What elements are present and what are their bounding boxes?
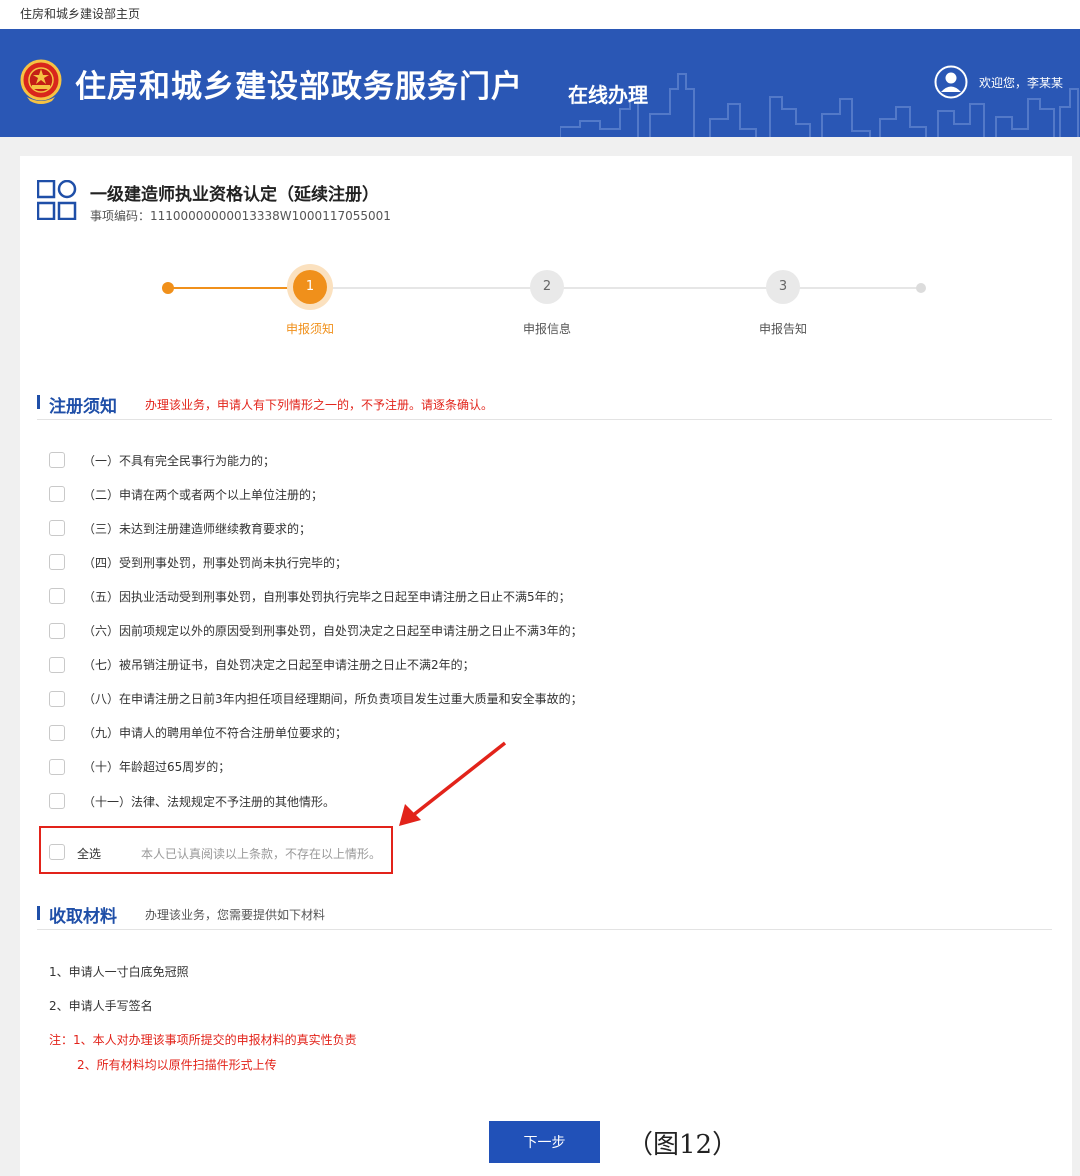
next-step-button[interactable]: 下一步 [489,1121,600,1163]
portal-subtitle: 在线办理 [568,83,648,107]
notice-item-row[interactable]: （二）申请在两个或者两个以上单位注册的； [49,485,323,503]
user-avatar-icon[interactable] [934,65,968,99]
select-all-checkbox[interactable] [49,844,65,860]
select-all-label[interactable]: 全选 [77,845,101,862]
step-1-label: 申报须知 [285,322,334,336]
notice-item-text: （五）因执业活动受到刑事处罚，自刑事处罚执行完毕之日起至申请注册之日止不满5年的… [83,589,571,604]
service-title: 一级建造师执业资格认定（延续注册） [90,185,379,205]
notice-item-checkbox[interactable] [49,724,65,741]
step-3-label: 申报告知 [758,322,807,336]
ministry-home-link[interactable]: 住房和城乡建设部主页 [20,7,140,21]
notice-divider [37,419,1052,420]
materials-section-title: 收取材料 [49,907,117,927]
notice-item-checkbox[interactable] [49,486,65,503]
figure-caption: （图12） [627,1130,739,1160]
notice-item-text: （六）因前项规定以外的原因受到刑事处罚，自处罚决定之日起至申请注册之日止不满3年… [83,624,583,638]
notice-item-row[interactable]: （八）在申请注册之日前3年内担任项目经理期间，所负责项目发生过重大质量和安全事故… [49,690,583,708]
step-1-circle: 1 [293,270,327,304]
notice-item-text: （一）不具有完全民事行为能力的； [83,453,276,468]
materials-note-2: 2、所有材料均以原件扫描件形式上传 [77,1058,277,1072]
materials-note-1: 注：1、本人对办理该事项所提交的申报材料的真实性负责 [49,1033,357,1047]
materials-section-note: 办理该业务，您需要提供如下材料 [145,908,326,922]
notice-item-checkbox[interactable] [49,656,65,673]
step-2-label: 申报信息 [522,322,571,336]
notice-item-text: （十）年龄超过65周岁的； [83,760,231,775]
notice-section-note: 办理该业务，申请人有下列情形之一的，不予注册。请逐条确认。 [145,398,494,412]
notice-item-row[interactable]: （九）申请人的聘用单位不符合注册单位要求的； [49,724,347,742]
progress-start-dot [162,282,174,294]
step-2-circle: 2 [530,270,564,304]
materials-divider [37,929,1052,930]
material-item-1: 1、申请人一寸白底免冠照 [49,965,189,979]
service-code: 事项编码：11100000000013338W1000117055001 [90,209,391,223]
notice-section-marker [37,395,40,409]
notice-item-text: （十一）法律、法规规定不予注册的其他情形。 [83,794,336,809]
notice-item-row[interactable]: （七）被吊销注册证书，自处罚决定之日起至申请注册之日止不满2年的； [49,656,475,674]
notice-item-row[interactable]: （六）因前项规定以外的原因受到刑事处罚，自处罚决定之日起至申请注册之日止不满3年… [49,622,583,640]
national-emblem-icon [20,59,62,104]
notice-item-row[interactable]: （十）年龄超过65周岁的； [49,758,230,776]
header-banner: 住房和城乡建设部政务服务门户 在线办理 欢迎您，李某某 [0,29,1080,137]
notice-item-row[interactable]: （一）不具有完全民事行为能力的； [49,451,275,469]
materials-section-marker [37,906,40,920]
notice-item-row[interactable]: （四）受到刑事处罚，刑事处罚尚未执行完毕的； [49,553,347,571]
notice-item-checkbox[interactable] [49,690,65,707]
notice-item-row[interactable]: （十一）法律、法规规定不予注册的其他情形。 [49,792,335,810]
notice-item-row[interactable]: （三）未达到注册建造师继续教育要求的； [49,519,311,537]
top-link-bar: 住房和城乡建设部主页 [0,0,1080,29]
select-all-hint: 本人已认真阅读以上条款，不存在以上情形。 [141,847,382,861]
notice-item-checkbox[interactable] [49,758,65,775]
notice-item-text: （四）受到刑事处罚，刑事处罚尚未执行完毕的； [83,555,348,570]
material-item-2: 2、申请人手写签名 [49,999,153,1013]
select-all-row[interactable] [49,843,65,861]
welcome-user-text[interactable]: 欢迎您，李某某 [979,74,1063,91]
notice-item-checkbox[interactable] [49,520,65,537]
notice-item-row[interactable]: （五）因执业活动受到刑事处罚，自刑事处罚执行完毕之日起至申请注册之日止不满5年的… [49,587,571,605]
notice-item-checkbox[interactable] [49,554,65,571]
service-grid-icon [37,180,77,220]
notice-section-title: 注册须知 [49,397,117,417]
red-arrow-annotation [399,741,507,826]
notice-item-text: （九）申请人的聘用单位不符合注册单位要求的； [83,726,348,741]
portal-title: 住房和城乡建设部政务服务门户 [75,69,523,105]
progress-line-pending [310,287,921,289]
notice-item-text: （七）被吊销注册证书，自处罚决定之日起至申请注册之日止不满2年的； [83,658,475,673]
notice-item-checkbox[interactable] [49,622,65,639]
progress-end-dot [916,283,926,293]
notice-item-text: （八）在申请注册之日前3年内担任项目经理期间，所负责项目发生过重大质量和安全事故… [83,692,583,707]
step-3-circle: 3 [766,270,800,304]
notice-item-text: （二）申请在两个或者两个以上单位注册的； [83,487,324,502]
notice-item-checkbox[interactable] [49,793,65,809]
notice-item-checkbox[interactable] [49,452,65,468]
notice-item-text: （三）未达到注册建造师继续教育要求的； [83,521,312,536]
notice-item-checkbox[interactable] [49,588,65,605]
